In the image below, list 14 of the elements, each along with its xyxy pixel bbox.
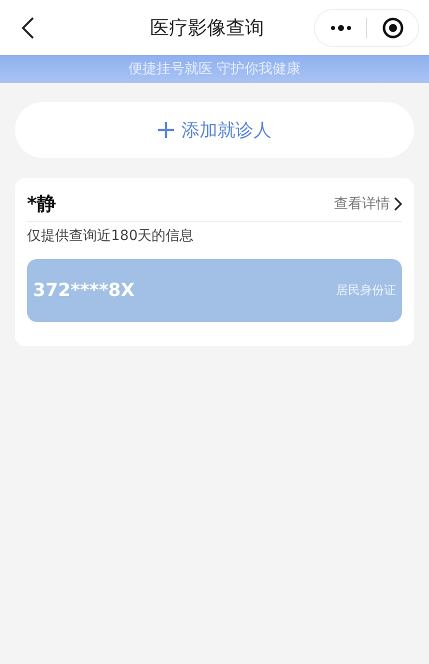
- id-number: 372****8X: [33, 278, 135, 302]
- info-note: 仅提供查询近180天的信息: [27, 226, 195, 246]
- plus-icon: [158, 122, 174, 138]
- more-icon: [330, 24, 352, 32]
- back-icon: [21, 16, 35, 40]
- window-title: 医疗影像查询: [150, 16, 264, 41]
- add-patient-button[interactable]: 添加就诊人: [15, 102, 414, 158]
- target-icon: [382, 16, 404, 38]
- id-card[interactable]: 372****8X 居民身份证: [27, 258, 402, 322]
- chevron-icon: [394, 197, 402, 212]
- details-link[interactable]: 查看详情: [334, 194, 402, 215]
- id-type: 居民身份证: [336, 282, 396, 299]
- patient-name: *静: [27, 192, 56, 217]
- banner: 便捷挂号就医 守护你我健康: [0, 55, 429, 83]
